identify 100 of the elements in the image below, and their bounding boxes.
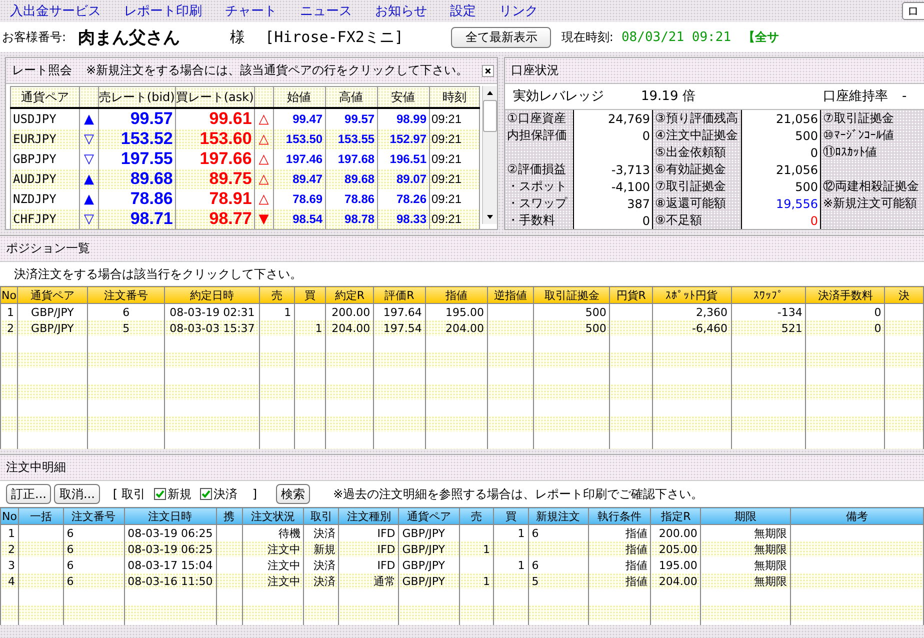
column-header: 決済手数料 [806, 286, 885, 304]
table-cell: EURJPY [10, 129, 80, 149]
menu-button[interactable]: ロ [902, 2, 924, 20]
table-cell: 通常 [338, 573, 399, 589]
column-header: 評価R [374, 286, 426, 304]
table-cell: △ [254, 169, 274, 189]
checkbox-label: 決済 [213, 486, 238, 502]
column-header: 一括 [18, 508, 64, 524]
column-header: 通貨ペア [398, 508, 460, 524]
table-cell: 89.68 [98, 169, 176, 189]
clock-value: 08/03/21 09:21 [621, 30, 732, 44]
table-cell: 153.60 [175, 129, 254, 149]
table-cell: 4 [0, 573, 18, 589]
order-button[interactable]: 訂正... [6, 484, 52, 504]
section-title: 注文中明細 [6, 459, 66, 476]
table-cell: 153.55 [325, 129, 378, 149]
table-cell: ⑨不足額 [653, 212, 741, 229]
column-header: 買レート(ask) [175, 86, 254, 108]
table-cell: 2 [0, 320, 18, 336]
menu-item[interactable]: お知らせ [375, 2, 427, 20]
section-title: ポジション一覧 [6, 240, 90, 257]
menu-item[interactable]: 設定 [450, 2, 476, 20]
table-cell: 521 [731, 320, 806, 336]
table-cell: 決済 [304, 573, 339, 589]
checkbox-icon[interactable] [200, 488, 212, 500]
table-cell: ⑦取引証拠金 [653, 178, 741, 195]
menu-item[interactable]: 入出金サービス [10, 2, 101, 20]
table-cell: 1 [460, 541, 494, 557]
table-cell: 注文中 [242, 541, 304, 557]
column-header: 注文状況 [242, 508, 304, 524]
column-header: 逆指値 [488, 286, 534, 304]
table-cell: 98.54 [273, 209, 326, 229]
menu-item[interactable]: リンク [499, 2, 538, 20]
table-cell: 98.71 [98, 209, 176, 229]
table-cell: 内担保評価 [505, 127, 573, 144]
filter-checkbox[interactable]: 決済 [200, 486, 238, 502]
table-cell: 09:21 [429, 209, 480, 229]
search-button[interactable]: 検索 [276, 484, 310, 504]
column-header: 時刻 [429, 86, 480, 108]
column-header: 円貨R [610, 286, 652, 304]
column-header: 指値 [425, 286, 488, 304]
column-header: No [0, 508, 18, 524]
filter-label: [ 取引 [112, 486, 146, 502]
table-row[interactable]: 4 6 08-03-16 11:50 注文中 決済 通常 GBP/JPY 1 5 指値 204.00 無期限 [0, 573, 924, 589]
column-header: ｽﾎﾟｯﾄ円貨 [652, 286, 731, 304]
customer-label: お客様番号: [2, 28, 66, 46]
menu-item[interactable]: レポート印刷 [124, 2, 202, 20]
checkbox-icon[interactable] [154, 488, 166, 500]
table-cell: AUDJPY [10, 169, 80, 189]
table-cell: ②評価損益 [505, 161, 573, 178]
column-header: 携 [216, 508, 242, 524]
table-cell: 153.50 [273, 129, 326, 149]
table-cell: 指値 [588, 541, 651, 557]
scroll-thumb[interactable] [483, 100, 497, 132]
filter-bracket: ] [252, 487, 258, 501]
column-header: 期限 [700, 508, 790, 524]
table-cell: 152.97 [377, 129, 429, 149]
menu-item[interactable]: ニュース [300, 2, 352, 20]
hint-text: ※新規注文をする場合には、該当通貨ペアの行をクリックして下さい。 [86, 62, 468, 79]
column-header: 買 [294, 286, 326, 304]
table-cell: ⑧返還可能額 [653, 195, 741, 212]
column-header: 買 [493, 508, 528, 524]
table-cell: 無期限 [700, 541, 790, 557]
column-header: 注文日時 [124, 508, 216, 524]
panel-title: 口座状況 [511, 62, 559, 79]
table-cell: ③預り評価残高 [653, 110, 741, 127]
column-header: 備考 [790, 508, 924, 524]
table-cell: 注文中 [242, 573, 304, 589]
column-header: 始値 [273, 86, 326, 108]
close-icon[interactable] [482, 62, 494, 78]
table-cell: ⑤出金依頼額 [653, 144, 741, 161]
table-cell: 09:21 [429, 129, 480, 149]
table-cell: 89.07 [377, 169, 429, 189]
menu-item[interactable]: チャート [225, 2, 277, 20]
table-row[interactable]: 2 GBP/JPY 5 08-03-03 15:37 1 204.00 197.54 204.00 500 -6,460 521 0 [0, 320, 924, 336]
rate-row[interactable]: AUDJPY ▲ 89.68 89.75 △ 89.47 89.68 89.07 09:21 [10, 169, 480, 189]
rate-row[interactable]: CHFJPY ▽ 98.71 98.77 ▼ 98.54 98.78 98.33 09:21 [10, 209, 480, 229]
table-cell: ④注文中証拠金 [653, 127, 741, 144]
table-cell: 204.00 [425, 320, 488, 336]
table-cell: ▽ [80, 129, 98, 149]
honorific: 様 [230, 28, 246, 46]
table-cell: ・スワップ [505, 195, 573, 212]
table-cell: ⑪ﾛｽｶｯﾄ値 [821, 144, 924, 161]
table-cell: ⑥有効証拠金 [653, 161, 741, 178]
rate-row[interactable]: EURJPY ▽ 153.52 153.60 △ 153.50 153.55 152.97 09:21 [10, 129, 480, 149]
table-cell: 無期限 [700, 573, 790, 589]
hint-text: 決済注文をする場合は該当行をクリックして下さい。 [0, 262, 924, 286]
column-header: 約定R [326, 286, 374, 304]
panel-title: レート照会 [12, 62, 72, 79]
table-cell: 98.78 [325, 209, 378, 229]
column-header: 注文番号 [63, 508, 124, 524]
refresh-button[interactable]: 全て最新表示 [451, 26, 552, 48]
column-header: ｽﾜｯﾌﾟ [731, 286, 806, 304]
order-button[interactable]: 取消... [54, 484, 100, 504]
table-cell: 89.68 [325, 169, 378, 189]
filter-checkbox[interactable]: 新規 [154, 486, 192, 502]
table-row[interactable]: 2 6 08-03-19 06:25 注文中 新規 IFD GBP/JPY 1 指値 205.00 無期限 [0, 541, 924, 557]
table-cell: GBP/JPY [398, 573, 460, 589]
column-header: 通貨ペア [17, 286, 88, 304]
column-header: 安値 [377, 86, 429, 108]
